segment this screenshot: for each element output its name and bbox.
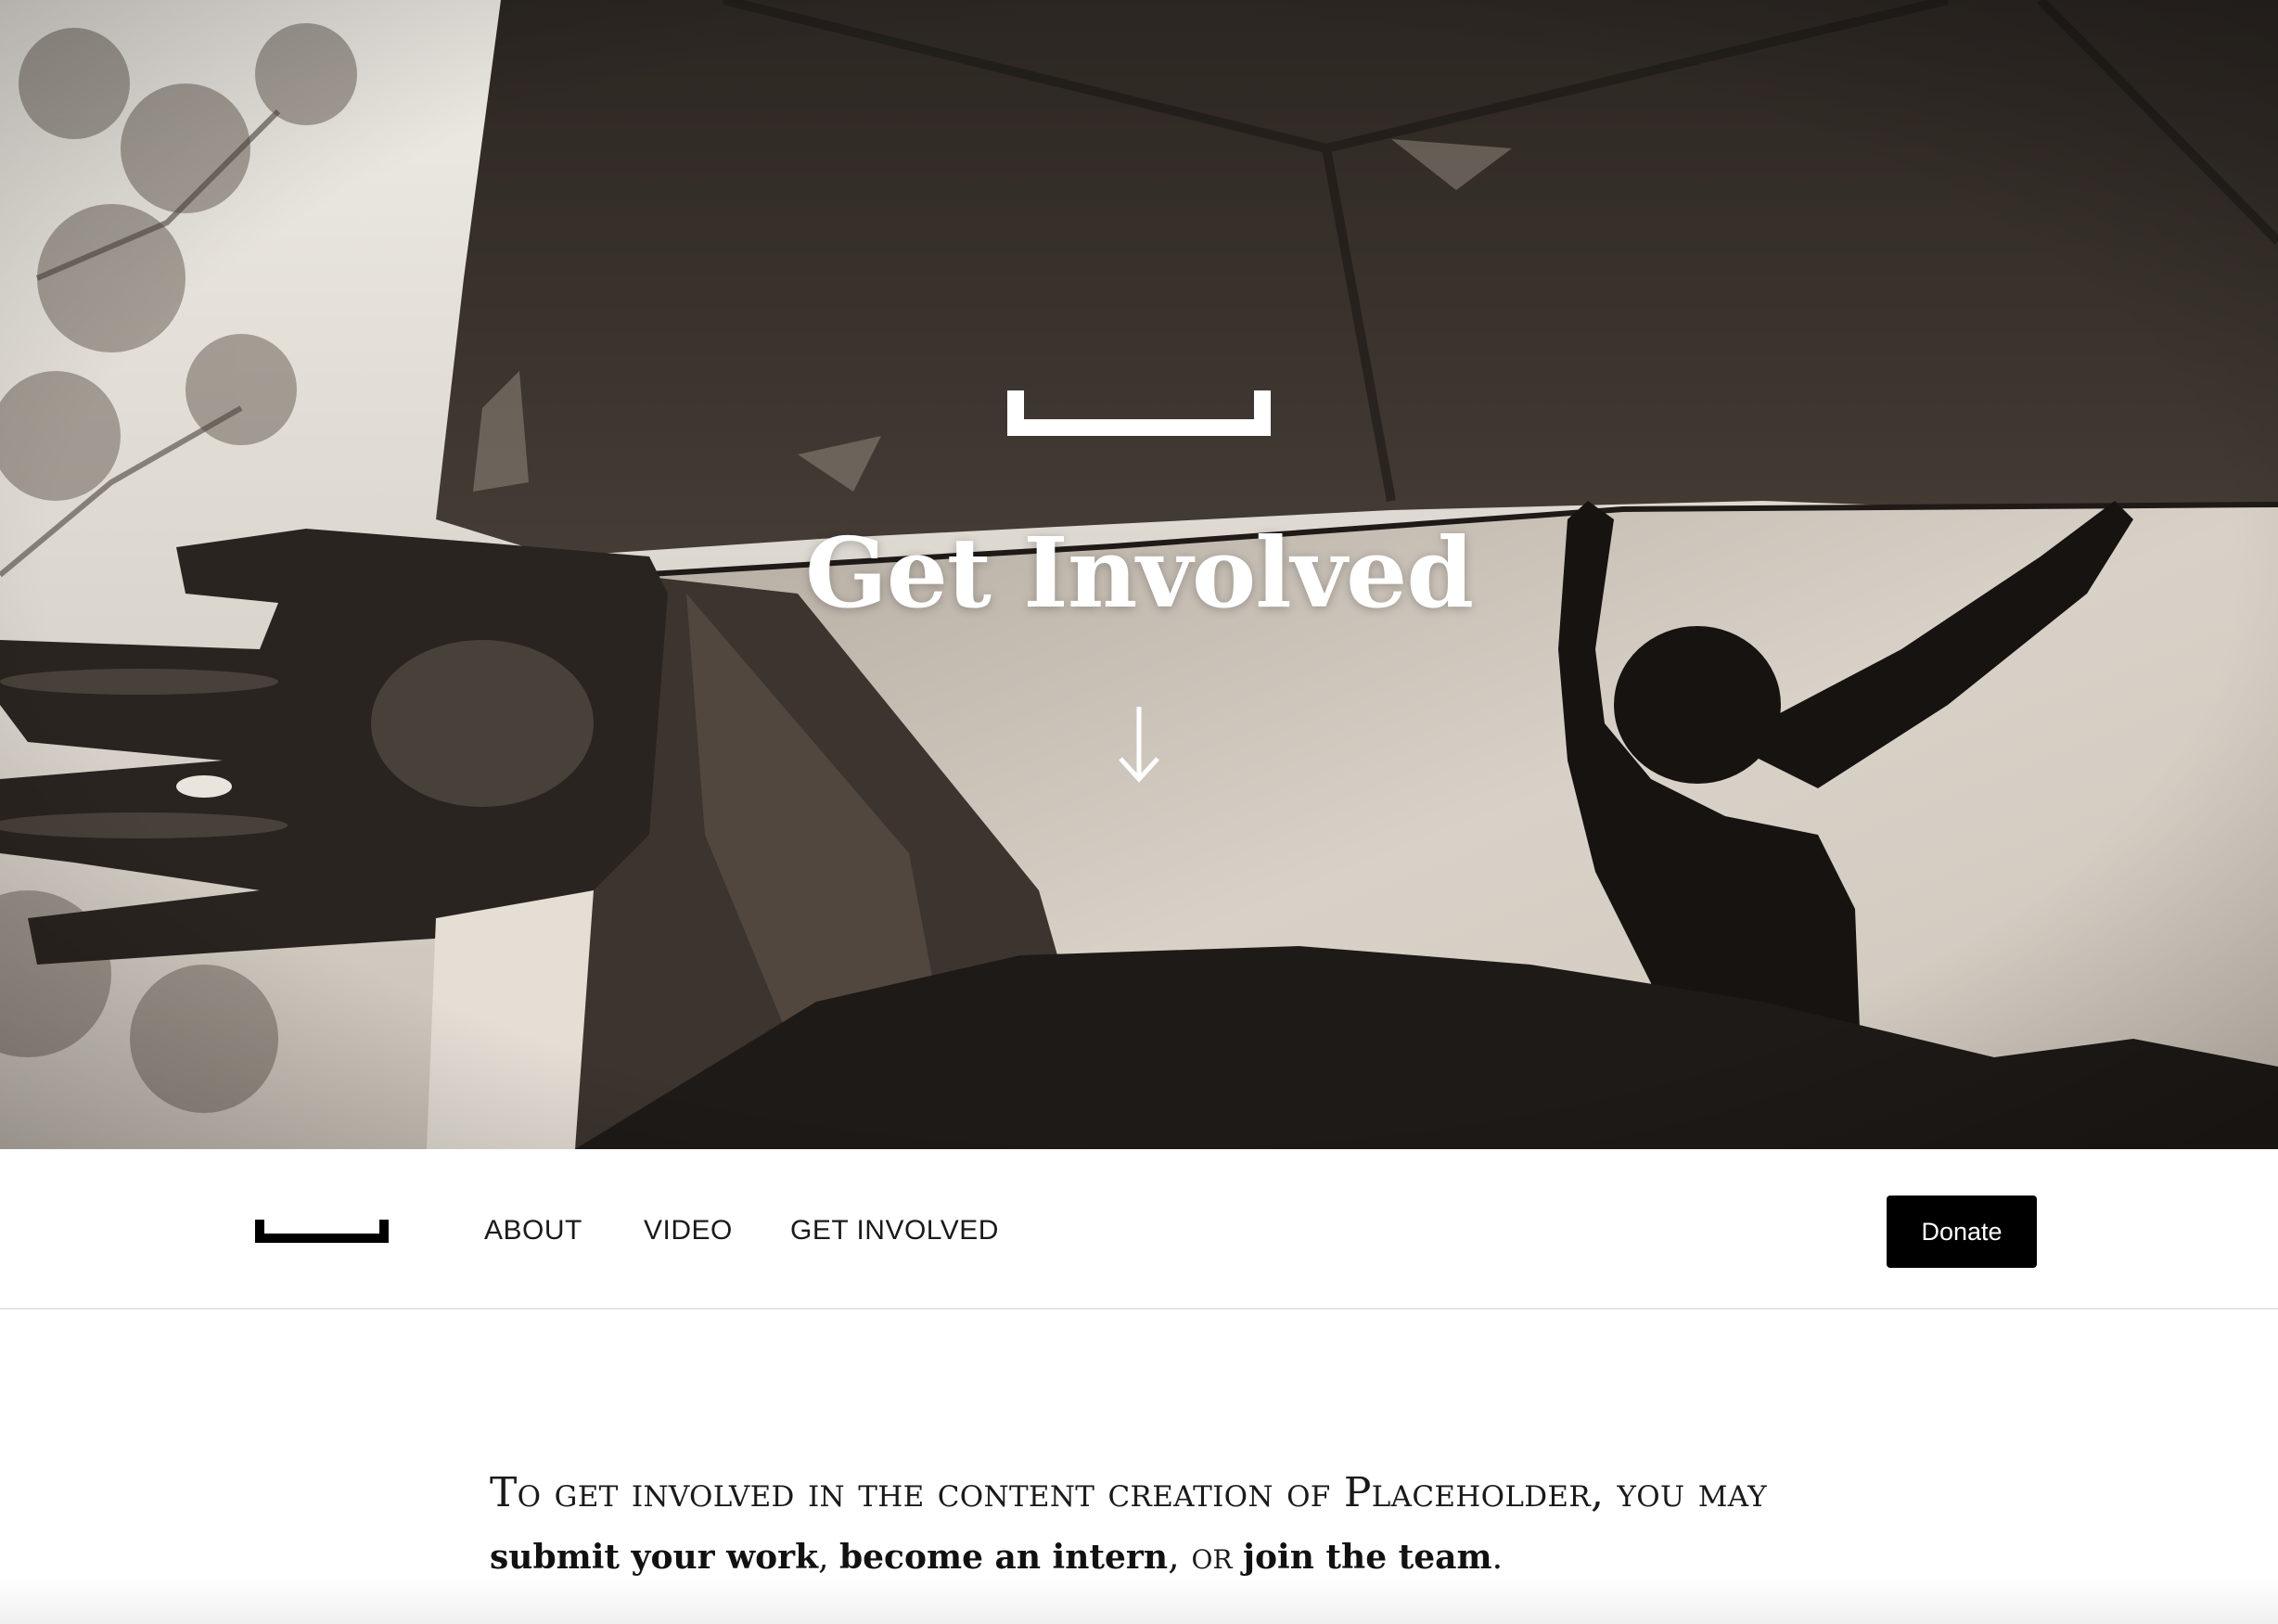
nav-video-link[interactable]: VIDEO [644,1212,733,1249]
hero-section: Get Involved [0,0,2278,1149]
arrow-down-icon[interactable] [1113,705,1165,783]
bottom-fade [0,1577,2278,1624]
nav-get-involved-link[interactable]: GET INVOLVED [790,1212,999,1249]
hero-logo-icon [1007,390,1271,436]
hero-title: Get Involved [804,516,1474,630]
separator: , [818,1539,829,1577]
intro-text: To get involved in the content creation … [490,1465,1807,1586]
separator: , or [1168,1535,1233,1578]
join-team-link[interactable]: join the team [1243,1538,1492,1577]
intro-heading: To get involved in the content creation … [490,1469,1767,1516]
become-intern-link[interactable]: become an intern [839,1538,1168,1577]
donate-button[interactable]: Donate [1887,1196,2037,1268]
nav-about-link[interactable]: ABOUT [484,1212,582,1249]
site-navigation: ABOUT VIDEO GET INVOLVED Donate [0,1149,2278,1310]
period: . [1491,1539,1504,1577]
logo-icon[interactable] [255,1220,389,1243]
submit-work-link[interactable]: submit your work [490,1538,818,1577]
